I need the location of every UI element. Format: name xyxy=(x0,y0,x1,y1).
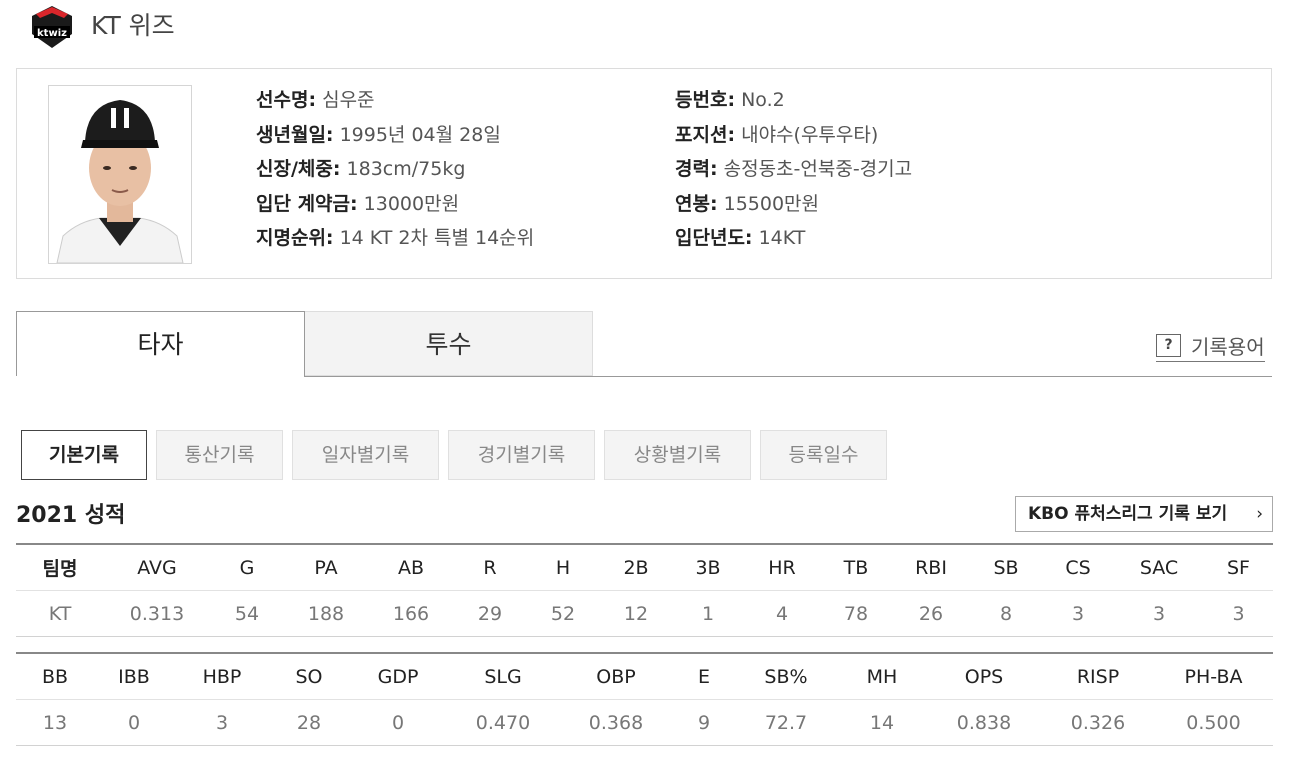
col-header: PA xyxy=(284,543,368,591)
table-cell: 54 xyxy=(210,590,284,637)
table-cell: 13 xyxy=(16,699,94,746)
table-cell: 0 xyxy=(94,699,174,746)
table-cell: 29 xyxy=(454,590,526,637)
table-cell: 3 xyxy=(174,699,270,746)
svg-text:ktwiz: ktwiz xyxy=(37,28,67,39)
col-header: SB xyxy=(970,543,1042,591)
col-header: OBP xyxy=(558,652,674,700)
table-cell: KT xyxy=(16,590,104,637)
table-cell: 188 xyxy=(284,590,368,637)
tab-pitcher[interactable]: 투수 xyxy=(304,311,593,376)
info-career: 경력: 송정동초-언북중-경기고 xyxy=(675,158,913,180)
col-header: SO xyxy=(270,652,348,700)
col-header: AVG xyxy=(104,543,210,591)
table-header-row: 팀명 AVG G PA AB R H 2B 3B HR TB RBI SB CS… xyxy=(16,543,1273,591)
col-header: HBP xyxy=(174,652,270,700)
table-cell: 3 xyxy=(1114,590,1204,637)
col-header: H xyxy=(526,543,600,591)
subtab-daily[interactable]: 일자별기록 xyxy=(292,430,439,480)
col-header: R xyxy=(454,543,526,591)
futures-league-button[interactable]: KBO 퓨처스리그 기록 보기 › xyxy=(1015,496,1273,532)
table-header-row: BB IBB HBP SO GDP SLG OBP E SB% MH OPS R… xyxy=(16,652,1273,700)
table-row: KT 0.313 54 188 166 29 52 12 1 4 78 26 8… xyxy=(16,590,1273,637)
table-cell: 0.326 xyxy=(1042,699,1154,746)
subtab-situation[interactable]: 상황별기록 xyxy=(604,430,751,480)
table-cell: 8 xyxy=(970,590,1042,637)
subtab-registration[interactable]: 등록일수 xyxy=(760,430,887,480)
tab-batter[interactable]: 타자 xyxy=(16,311,305,376)
table-cell: 3 xyxy=(1204,590,1273,637)
col-header: GDP xyxy=(348,652,448,700)
table-cell: 0.470 xyxy=(448,699,558,746)
table-cell: 0 xyxy=(348,699,448,746)
team-title: KT 위즈 xyxy=(91,11,175,40)
col-header: RISP xyxy=(1042,652,1154,700)
table-cell: 72.7 xyxy=(734,699,838,746)
player-photo xyxy=(48,85,192,264)
col-header: G xyxy=(210,543,284,591)
futures-league-label: KBO 퓨처스리그 기록 보기 xyxy=(1028,504,1228,524)
table-cell: 3 xyxy=(1042,590,1114,637)
col-header: SF xyxy=(1204,543,1273,591)
col-header: E xyxy=(674,652,734,700)
col-header: TB xyxy=(820,543,892,591)
player-profile: 선수명: 심우준 생년월일: 1995년 04월 28일 신장/체중: 183c… xyxy=(16,68,1272,279)
question-icon: ? xyxy=(1156,333,1181,357)
col-header: 3B xyxy=(672,543,744,591)
table-cell: 0.368 xyxy=(558,699,674,746)
col-header: 2B xyxy=(600,543,672,591)
table-cell: 0.313 xyxy=(104,590,210,637)
info-birthdate: 생년월일: 1995년 04월 28일 xyxy=(256,123,501,146)
info-position: 포지션: 내야수(우투우타) xyxy=(675,123,879,146)
table-row: 13 0 3 28 0 0.470 0.368 9 72.7 14 0.838 … xyxy=(16,699,1273,746)
col-header: AB xyxy=(368,543,454,591)
col-header: RBI xyxy=(892,543,970,591)
col-header: OPS xyxy=(926,652,1042,700)
subtab-game[interactable]: 경기별기록 xyxy=(448,430,595,480)
table-cell: 1 xyxy=(672,590,744,637)
table-cell: 0.500 xyxy=(1154,699,1273,746)
info-join-year: 입단년도: 14KT xyxy=(675,227,806,249)
col-header: SB% xyxy=(734,652,838,700)
glossary-link[interactable]: ? 기록용어 xyxy=(1156,331,1265,362)
table-cell: 9 xyxy=(674,699,734,746)
table-cell: 4 xyxy=(744,590,820,637)
col-header: PH-BA xyxy=(1154,652,1273,700)
stats-table-2: BB IBB HBP SO GDP SLG OBP E SB% MH OPS R… xyxy=(16,652,1273,746)
team-logo: ktwiz xyxy=(28,4,76,50)
table-cell: 14 xyxy=(838,699,926,746)
table-cell: 12 xyxy=(600,590,672,637)
table-cell: 28 xyxy=(270,699,348,746)
col-header: MH xyxy=(838,652,926,700)
info-number: 등번호: No.2 xyxy=(675,89,785,111)
col-header: HR xyxy=(744,543,820,591)
info-draft: 지명순위: 14 KT 2차 특별 14순위 xyxy=(256,227,535,249)
subtab-career[interactable]: 통산기록 xyxy=(156,430,283,480)
table-cell: 26 xyxy=(892,590,970,637)
season-title: 2021 성적 xyxy=(16,503,126,528)
col-header: BB xyxy=(16,652,94,700)
info-name: 선수명: 심우준 xyxy=(256,89,375,111)
player-info-right: 등번호: No.2 포지션: 내야수(우투우타) 경력: 송정동초-언북중-경기… xyxy=(675,85,912,258)
stats-table-1: 팀명 AVG G PA AB R H 2B 3B HR TB RBI SB CS… xyxy=(16,543,1273,637)
col-header: 팀명 xyxy=(16,543,104,591)
chevron-right-icon: › xyxy=(1256,504,1263,524)
table-cell: 52 xyxy=(526,590,600,637)
info-signing-bonus: 입단 계약금: 13000만원 xyxy=(256,192,460,215)
col-header: SAC xyxy=(1114,543,1204,591)
glossary-label: 기록용어 xyxy=(1191,334,1265,359)
player-info-left: 선수명: 심우준 생년월일: 1995년 04월 28일 신장/체중: 183c… xyxy=(256,85,534,258)
info-height-weight: 신장/체중: 183cm/75kg xyxy=(256,158,466,180)
table-cell: 166 xyxy=(368,590,454,637)
info-salary: 연봉: 15500만원 xyxy=(675,192,820,215)
subtab-basic[interactable]: 기본기록 xyxy=(21,430,147,480)
table-cell: 0.838 xyxy=(926,699,1042,746)
table-cell: 78 xyxy=(820,590,892,637)
col-header: CS xyxy=(1042,543,1114,591)
col-header: IBB xyxy=(94,652,174,700)
tab-divider xyxy=(304,376,1272,377)
col-header: SLG xyxy=(448,652,558,700)
